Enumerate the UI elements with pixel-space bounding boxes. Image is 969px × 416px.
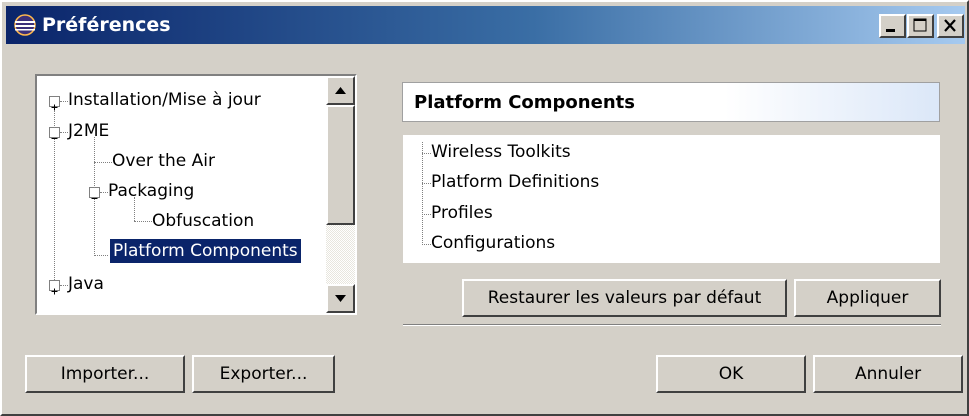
separator — [403, 324, 941, 326]
tree-connector — [422, 153, 431, 155]
tree-connector — [422, 142, 424, 245]
page-title: Platform Components — [414, 92, 635, 113]
component-item[interactable]: Configurations — [431, 233, 555, 253]
ok-button[interactable]: OK — [656, 355, 806, 393]
component-item[interactable]: Platform Definitions — [431, 172, 599, 192]
scroll-down-button[interactable] — [326, 284, 355, 313]
tree-item-over-the-air[interactable]: Over the Air — [109, 149, 218, 175]
minimize-icon — [886, 29, 895, 32]
close-button[interactable] — [937, 14, 964, 38]
tree-scrollbar[interactable] — [326, 76, 355, 313]
expand-icon[interactable] — [49, 280, 60, 295]
tree-connector — [422, 244, 431, 246]
down-arrow-icon — [335, 295, 346, 302]
maximize-icon — [913, 18, 927, 32]
scroll-up-button[interactable] — [326, 76, 355, 105]
component-item[interactable]: Wireless Toolkits — [431, 142, 571, 162]
apply-button[interactable]: Appliquer — [794, 279, 941, 317]
close-icon — [944, 19, 956, 32]
import-button[interactable]: Importer... — [25, 355, 185, 393]
minimize-button[interactable] — [879, 14, 906, 38]
preference-tree[interactable]: Installation/Mise à jour J2ME Over the A… — [35, 74, 357, 315]
page-header: Platform Components — [402, 82, 940, 122]
tree-item-obfuscation[interactable]: Obfuscation — [149, 209, 257, 235]
platform-components-tree[interactable]: Wireless Toolkits Platform Definitions P… — [403, 135, 940, 263]
export-button[interactable]: Exporter... — [192, 355, 335, 393]
preferences-window: Préférences Installation/Mise à jour J2M… — [0, 0, 969, 416]
eclipse-app-icon — [14, 14, 36, 36]
scroll-thumb[interactable] — [326, 105, 355, 225]
tree-item-platform-components[interactable]: Platform Components — [109, 238, 302, 265]
tree-connector — [422, 214, 431, 216]
tree-item-j2me[interactable]: J2ME — [65, 119, 112, 145]
window-title: Préférences — [42, 14, 171, 36]
tree-connector — [422, 183, 431, 185]
title-bar[interactable]: Préférences — [6, 6, 965, 44]
restore-defaults-button[interactable]: Restaurer les valeurs par défaut — [462, 279, 787, 317]
tree-item-java[interactable]: Java — [65, 272, 107, 298]
expand-icon[interactable] — [49, 96, 60, 111]
collapse-icon[interactable] — [49, 127, 60, 139]
tree-item-packaging[interactable]: Packaging — [105, 179, 197, 205]
maximize-button[interactable] — [907, 14, 934, 38]
collapse-icon[interactable] — [89, 187, 100, 199]
tree-item-installation[interactable]: Installation/Mise à jour — [65, 88, 264, 114]
component-item[interactable]: Profiles — [431, 203, 493, 223]
cancel-button[interactable]: Annuler — [813, 355, 963, 393]
up-arrow-icon — [335, 87, 346, 94]
